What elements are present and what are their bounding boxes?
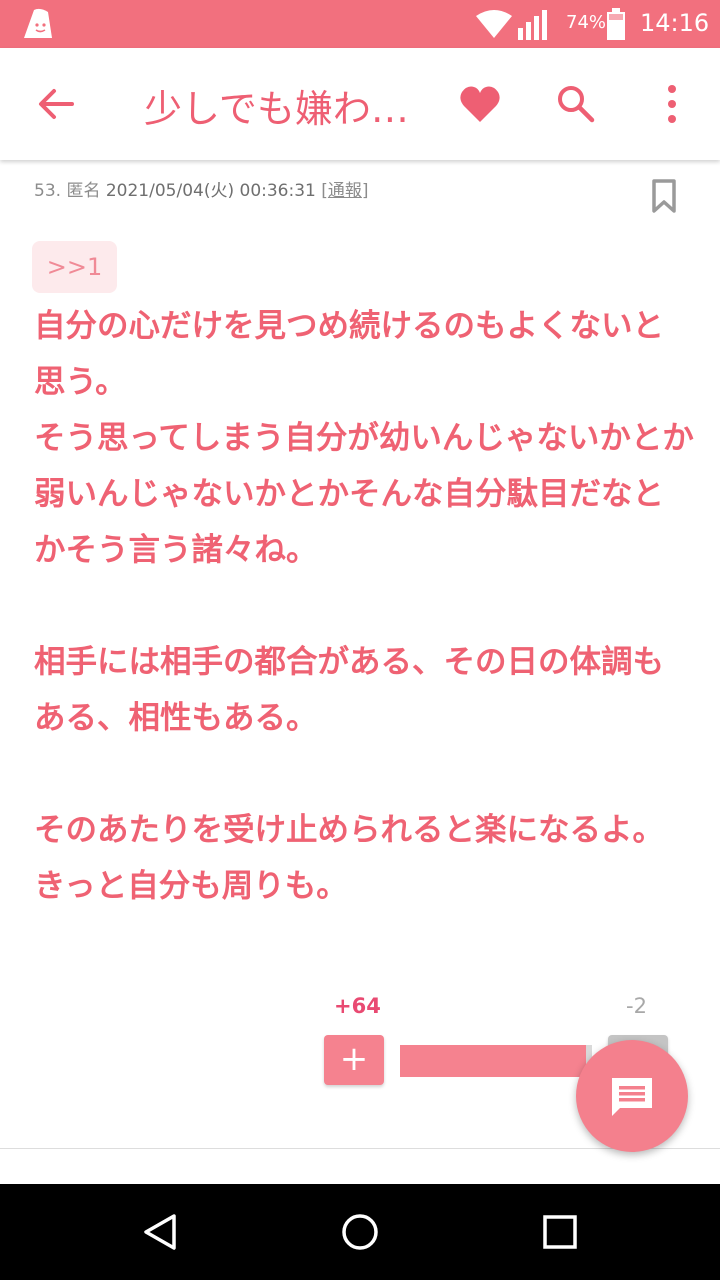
report-bracket-close: ] bbox=[361, 181, 369, 201]
page-title: 少しでも嫌わ… bbox=[144, 87, 409, 131]
post-number: 53. bbox=[34, 181, 62, 201]
circle-home-icon bbox=[342, 1214, 378, 1250]
system-nav-bar bbox=[0, 1184, 720, 1280]
report-link[interactable]: 通報 bbox=[328, 181, 362, 201]
more-options-button[interactable] bbox=[656, 82, 688, 126]
status-bar: 74% 14:16 bbox=[0, 0, 720, 48]
search-button[interactable] bbox=[554, 82, 598, 126]
comment-icon bbox=[612, 1078, 652, 1116]
post-author: 匿名 bbox=[66, 181, 101, 201]
clock: 14:16 bbox=[640, 9, 710, 37]
triangle-back-icon bbox=[144, 1214, 176, 1250]
post-datetime: 2021/05/04(火) 00:36:31 bbox=[105, 181, 316, 201]
battery-icon bbox=[606, 8, 626, 44]
signal-icon bbox=[518, 8, 552, 44]
plus-vote-button[interactable]: + bbox=[324, 1035, 384, 1085]
reply-anchor-link[interactable]: >>1 bbox=[32, 241, 117, 293]
square-recents-icon bbox=[543, 1215, 577, 1249]
battery-percent: 74% bbox=[566, 12, 607, 33]
app-bar: 少しでも嫌わ… bbox=[0, 48, 720, 160]
nav-back-button[interactable] bbox=[140, 1212, 180, 1256]
heart-icon bbox=[460, 86, 500, 122]
more-vertical-icon bbox=[668, 85, 676, 123]
vote-ratio-fill bbox=[400, 1045, 587, 1077]
app-logo-icon bbox=[20, 8, 54, 44]
nav-home-button[interactable] bbox=[340, 1212, 380, 1256]
plus-vote-count: +64 bbox=[334, 994, 381, 1018]
search-icon bbox=[558, 86, 595, 123]
minus-vote-count: -2 bbox=[626, 994, 647, 1018]
vote-ratio-bar bbox=[400, 1045, 592, 1077]
bookmark-button[interactable] bbox=[650, 178, 678, 214]
report-bracket-open: [ bbox=[321, 181, 328, 201]
back-button[interactable] bbox=[34, 82, 78, 126]
arrow-left-icon bbox=[39, 89, 74, 119]
nav-recents-button[interactable] bbox=[542, 1214, 578, 1254]
wifi-icon bbox=[476, 10, 512, 42]
bookmark-icon bbox=[652, 179, 676, 213]
comment-fab-button[interactable] bbox=[576, 1040, 688, 1152]
post-meta: 53. 匿名 2021/05/04(火) 00:36:31 [通報] bbox=[34, 176, 369, 201]
post-body: 自分の心だけを見つめ続けるのもよくないと思う。 そう思ってしまう自分が幼いんじゃ… bbox=[34, 308, 694, 904]
favorite-button[interactable] bbox=[458, 82, 502, 126]
